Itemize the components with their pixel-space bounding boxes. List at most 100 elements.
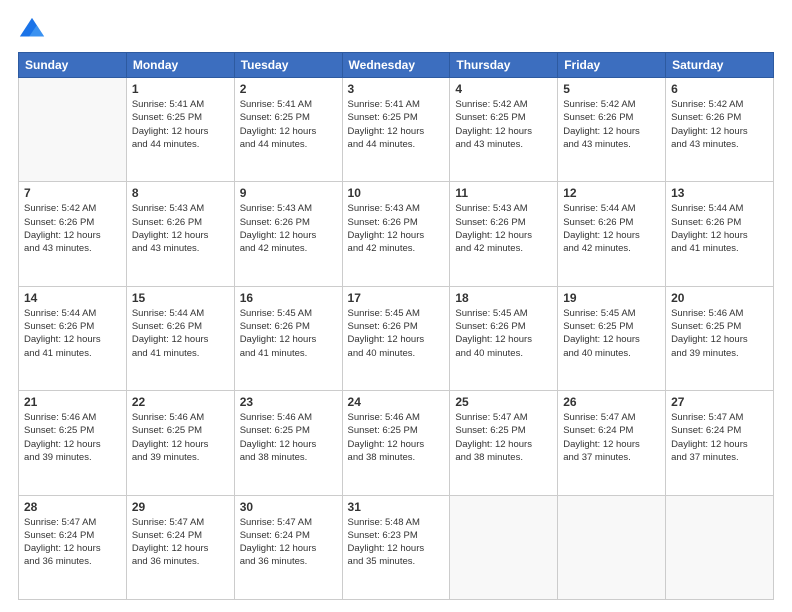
header-cell-friday: Friday: [558, 53, 666, 78]
calendar-cell: 29 Sunrise: 5:47 AMSunset: 6:24 PMDayligh…: [126, 495, 234, 599]
day-info: Sunrise: 5:47 AMSunset: 6:24 PMDaylight:…: [671, 411, 768, 464]
day-number: 8: [132, 186, 229, 200]
calendar-cell: 18Sunrise: 5:45 AMSunset: 6:26 PMDayligh…: [450, 286, 558, 390]
day-number: 13: [671, 186, 768, 200]
calendar-cell: 27 Sunrise: 5:47 AMSunset: 6:24 PMDayligh…: [666, 391, 774, 495]
day-number: 9: [240, 186, 337, 200]
calendar-cell: 14Sunrise: 5:44 AMSunset: 6:26 PMDayligh…: [19, 286, 127, 390]
day-info: Sunrise: 5:44 AMSunset: 6:26 PMDaylight:…: [671, 202, 768, 255]
day-info: Sunrise: 5:48 AMSunset: 6:23 PMDaylight:…: [348, 516, 445, 569]
day-number: 24: [348, 395, 445, 409]
day-number: 5: [563, 82, 660, 96]
calendar-cell: 17Sunrise: 5:45 AMSunset: 6:26 PMDayligh…: [342, 286, 450, 390]
calendar-cell: 26 Sunrise: 5:47 AMSunset: 6:24 PMDayligh…: [558, 391, 666, 495]
header-cell-thursday: Thursday: [450, 53, 558, 78]
day-info: Sunrise: 5:46 AMSunset: 6:25 PMDaylight:…: [348, 411, 445, 464]
day-number: 6: [671, 82, 768, 96]
day-info: Sunrise: 5:47 AMSunset: 6:24 PMDaylight:…: [24, 516, 121, 569]
day-number: 28: [24, 500, 121, 514]
header: [18, 16, 774, 44]
day-info: Sunrise: 5:45 AMSunset: 6:26 PMDaylight:…: [348, 307, 445, 360]
day-info: Sunrise: 5:42 AMSunset: 6:26 PMDaylight:…: [671, 98, 768, 151]
logo: [18, 16, 50, 44]
header-cell-tuesday: Tuesday: [234, 53, 342, 78]
header-cell-monday: Monday: [126, 53, 234, 78]
day-number: 25: [455, 395, 552, 409]
day-number: 16: [240, 291, 337, 305]
calendar-cell: [19, 78, 127, 182]
header-cell-wednesday: Wednesday: [342, 53, 450, 78]
day-info: Sunrise: 5:47 AMSunset: 6:24 PMDaylight:…: [132, 516, 229, 569]
day-info: Sunrise: 5:43 AMSunset: 6:26 PMDaylight:…: [455, 202, 552, 255]
day-number: 21: [24, 395, 121, 409]
day-number: 18: [455, 291, 552, 305]
day-info: Sunrise: 5:47 AMSunset: 6:24 PMDaylight:…: [563, 411, 660, 464]
calendar-cell: 24 Sunrise: 5:46 AMSunset: 6:25 PMDayligh…: [342, 391, 450, 495]
day-number: 7: [24, 186, 121, 200]
calendar-cell: 15 Sunrise: 5:44 AMSunset: 6:26 PMDayligh…: [126, 286, 234, 390]
calendar-week-1: 1 Sunrise: 5:41 AMSunset: 6:25 PMDaylight…: [19, 78, 774, 182]
calendar-cell: 23 Sunrise: 5:46 AMSunset: 6:25 PMDayligh…: [234, 391, 342, 495]
calendar-cell: 7Sunrise: 5:42 AMSunset: 6:26 PMDaylight…: [19, 182, 127, 286]
day-info: Sunrise: 5:41 AMSunset: 6:25 PMDaylight:…: [132, 98, 229, 151]
calendar-cell: 1 Sunrise: 5:41 AMSunset: 6:25 PMDaylight…: [126, 78, 234, 182]
calendar-cell: 5 Sunrise: 5:42 AMSunset: 6:26 PMDaylight…: [558, 78, 666, 182]
day-info: Sunrise: 5:46 AMSunset: 6:25 PMDaylight:…: [240, 411, 337, 464]
day-number: 14: [24, 291, 121, 305]
calendar-cell: 12 Sunrise: 5:44 AMSunset: 6:26 PMDayligh…: [558, 182, 666, 286]
day-info: Sunrise: 5:43 AMSunset: 6:26 PMDaylight:…: [240, 202, 337, 255]
day-number: 31: [348, 500, 445, 514]
day-info: Sunrise: 5:42 AMSunset: 6:26 PMDaylight:…: [563, 98, 660, 151]
calendar-cell: 31 Sunrise: 5:48 AMSunset: 6:23 PMDayligh…: [342, 495, 450, 599]
header-row: SundayMondayTuesdayWednesdayThursdayFrid…: [19, 53, 774, 78]
day-info: Sunrise: 5:41 AMSunset: 6:25 PMDaylight:…: [348, 98, 445, 151]
day-number: 23: [240, 395, 337, 409]
day-info: Sunrise: 5:46 AMSunset: 6:25 PMDaylight:…: [132, 411, 229, 464]
calendar-cell: 9 Sunrise: 5:43 AMSunset: 6:26 PMDaylight…: [234, 182, 342, 286]
calendar-cell: 25 Sunrise: 5:47 AMSunset: 6:25 PMDayligh…: [450, 391, 558, 495]
day-number: 22: [132, 395, 229, 409]
calendar-cell: 30Sunrise: 5:47 AMSunset: 6:24 PMDayligh…: [234, 495, 342, 599]
day-number: 20: [671, 291, 768, 305]
calendar-cell: 10 Sunrise: 5:43 AMSunset: 6:26 PMDayligh…: [342, 182, 450, 286]
day-info: Sunrise: 5:47 AMSunset: 6:25 PMDaylight:…: [455, 411, 552, 464]
calendar-cell: 13 Sunrise: 5:44 AMSunset: 6:26 PMDayligh…: [666, 182, 774, 286]
day-number: 1: [132, 82, 229, 96]
day-number: 4: [455, 82, 552, 96]
calendar-cell: 3 Sunrise: 5:41 AMSunset: 6:25 PMDaylight…: [342, 78, 450, 182]
day-number: 26: [563, 395, 660, 409]
calendar-cell: 19 Sunrise: 5:45 AMSunset: 6:25 PMDayligh…: [558, 286, 666, 390]
calendar-cell: 21Sunrise: 5:46 AMSunset: 6:25 PMDayligh…: [19, 391, 127, 495]
day-info: Sunrise: 5:47 AMSunset: 6:24 PMDaylight:…: [240, 516, 337, 569]
day-info: Sunrise: 5:45 AMSunset: 6:25 PMDaylight:…: [563, 307, 660, 360]
day-info: Sunrise: 5:44 AMSunset: 6:26 PMDaylight:…: [132, 307, 229, 360]
day-number: 3: [348, 82, 445, 96]
header-cell-sunday: Sunday: [19, 53, 127, 78]
calendar-week-5: 28 Sunrise: 5:47 AMSunset: 6:24 PMDayligh…: [19, 495, 774, 599]
day-info: Sunrise: 5:46 AMSunset: 6:25 PMDaylight:…: [671, 307, 768, 360]
calendar-cell: 2Sunrise: 5:41 AMSunset: 6:25 PMDaylight…: [234, 78, 342, 182]
calendar-cell: [558, 495, 666, 599]
day-number: 29: [132, 500, 229, 514]
calendar-header: SundayMondayTuesdayWednesdayThursdayFrid…: [19, 53, 774, 78]
day-number: 19: [563, 291, 660, 305]
calendar-week-3: 14 Sunrise: 5:44 AMSunset: 6:26 PMDayligh…: [19, 286, 774, 390]
calendar-table: SundayMondayTuesdayWednesdayThursdayFrid…: [18, 52, 774, 600]
day-info: Sunrise: 5:43 AMSunset: 6:26 PMDaylight:…: [348, 202, 445, 255]
calendar-cell: 6 Sunrise: 5:42 AMSunset: 6:26 PMDaylight…: [666, 78, 774, 182]
calendar-cell: 28 Sunrise: 5:47 AMSunset: 6:24 PMDayligh…: [19, 495, 127, 599]
day-number: 27: [671, 395, 768, 409]
logo-icon: [18, 16, 46, 44]
day-number: 15: [132, 291, 229, 305]
day-info: Sunrise: 5:44 AMSunset: 6:26 PMDaylight:…: [563, 202, 660, 255]
day-info: Sunrise: 5:41 AMSunset: 6:25 PMDaylight:…: [240, 98, 337, 151]
day-number: 11: [455, 186, 552, 200]
day-number: 12: [563, 186, 660, 200]
day-info: Sunrise: 5:43 AMSunset: 6:26 PMDaylight:…: [132, 202, 229, 255]
day-number: 10: [348, 186, 445, 200]
calendar-cell: 22 Sunrise: 5:46 AMSunset: 6:25 PMDayligh…: [126, 391, 234, 495]
page: SundayMondayTuesdayWednesdayThursdayFrid…: [0, 0, 792, 612]
calendar-cell: [666, 495, 774, 599]
calendar-cell: 16Sunrise: 5:45 AMSunset: 6:26 PMDayligh…: [234, 286, 342, 390]
calendar-body: 1 Sunrise: 5:41 AMSunset: 6:25 PMDaylight…: [19, 78, 774, 600]
